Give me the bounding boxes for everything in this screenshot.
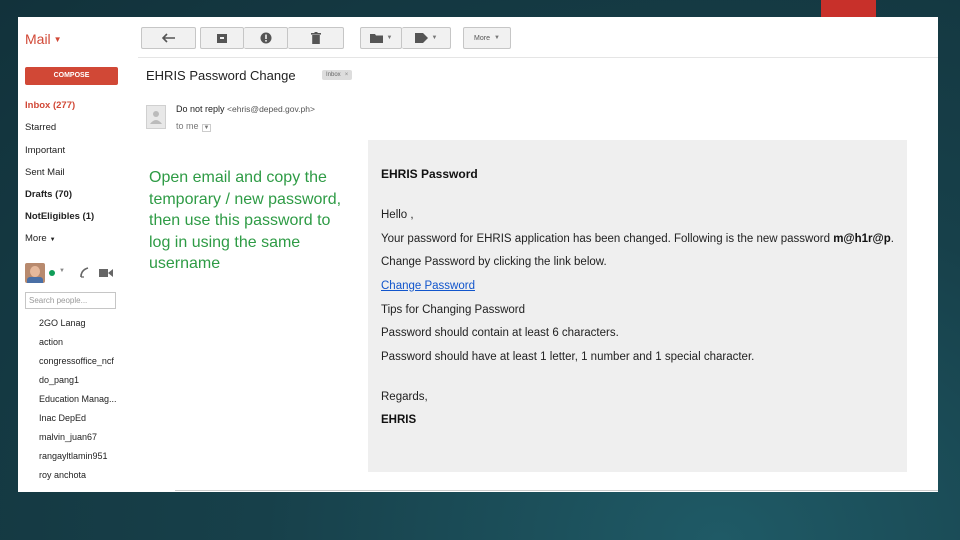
message-regards: Regards,	[381, 391, 428, 403]
change-password-link[interactable]: Change Password	[381, 280, 475, 292]
sidebar-item-important[interactable]: Important	[25, 145, 65, 156]
more-label: More	[474, 34, 490, 42]
label-tag-icon	[414, 33, 428, 43]
sidebar-item-starred[interactable]: Starred	[25, 122, 56, 133]
message-signature: EHRIS	[381, 414, 416, 426]
email-subject: EHRIS Password Change	[146, 68, 296, 83]
instruction-annotation: Open email and copy the temporary / new …	[149, 169, 342, 272]
move-to-button[interactable]: ▼	[360, 27, 402, 49]
inbox-label-chip[interactable]: Inbox ×	[322, 70, 353, 80]
sidebar-item-noteligibles[interactable]: NotEligibles (1)	[25, 211, 94, 222]
labels-button[interactable]: ▼	[402, 27, 451, 49]
password-changed-text: Your password for EHRIS application has …	[381, 233, 830, 245]
sender-name: Do not reply	[176, 104, 225, 114]
inbox-label-text: Inbox	[326, 72, 341, 78]
avatar-face	[30, 266, 40, 277]
contact-list-item[interactable]: do_pang1	[39, 375, 79, 385]
sidebar-item-drafts[interactable]: Drafts (70)	[25, 189, 72, 200]
search-people-input[interactable]: Search people...	[25, 292, 116, 309]
sidebar-more-label: More	[25, 233, 47, 244]
spam-alert-icon	[260, 32, 272, 44]
email-body-panel: EHRIS Password Hello , Your password for…	[368, 140, 907, 472]
sender-address: <ehris@deped.gov.ph>	[227, 104, 315, 114]
message-greeting: Hello ,	[381, 209, 414, 221]
mail-title-text: Mail	[25, 31, 51, 47]
change-password-link-row: Change Password	[381, 280, 475, 292]
message-heading: EHRIS Password	[381, 167, 478, 181]
sender-avatar	[146, 105, 166, 129]
recipient-line[interactable]: to me ▼	[176, 121, 212, 132]
contact-list-item[interactable]: 2GO Lanag	[39, 318, 86, 328]
archive-button[interactable]	[200, 27, 244, 49]
avatar-shirt	[27, 277, 43, 283]
report-spam-button[interactable]	[244, 27, 288, 49]
phone-call-icon[interactable]	[80, 265, 91, 283]
mail-app-title[interactable]: Mail ▼	[25, 31, 62, 47]
archive-icon	[216, 33, 228, 44]
contact-list-item[interactable]: congressoffice_ncf	[39, 356, 114, 366]
video-call-icon[interactable]	[99, 265, 113, 283]
message-password-line: Your password for EHRIS application has …	[381, 233, 894, 245]
compose-button[interactable]: COMPOSE	[25, 67, 118, 85]
tip-characters: Password should have at least 1 letter, …	[381, 351, 755, 363]
sender-line: Do not reply <ehris@deped.gov.ph>	[176, 104, 315, 114]
more-button[interactable]: More ▼	[463, 27, 511, 49]
gmail-screenshot: Mail ▼ ▼ ▼ More ▼ COMPOSE Inbox (277) St…	[18, 17, 938, 492]
back-button[interactable]	[141, 27, 196, 49]
bottom-divider	[175, 490, 938, 491]
chevron-down-icon[interactable]: ▼	[201, 124, 212, 132]
message-instruction-line: Change Password by clicking the link bel…	[381, 256, 607, 268]
contact-list-item[interactable]: action	[39, 337, 63, 347]
back-arrow-icon	[161, 33, 176, 43]
folder-icon	[369, 33, 383, 43]
sidebar-item-more[interactable]: More ▼	[25, 233, 56, 244]
header-divider	[138, 57, 938, 58]
chevron-down-icon: ▼	[494, 35, 500, 41]
trash-icon	[310, 32, 321, 44]
chevron-down-icon[interactable]: ▼	[59, 268, 65, 274]
delete-button[interactable]	[288, 27, 344, 49]
user-avatar[interactable]	[25, 263, 45, 283]
contact-list-item[interactable]: rangayltlamin951	[39, 451, 108, 461]
tip-length: Password should contain at least 6 chara…	[381, 327, 619, 339]
sidebar-item-sent-mail[interactable]: Sent Mail	[25, 167, 65, 178]
to-me-text: to me	[176, 121, 199, 131]
new-password-value: m@h1r@p	[833, 233, 891, 245]
contact-list-item[interactable]: Inac DepEd	[39, 413, 86, 423]
contact-list-item[interactable]: Education Manag...	[39, 394, 117, 404]
slide-accent-tab	[821, 0, 876, 17]
chevron-down-icon: ▼	[49, 237, 56, 243]
chevron-down-icon: ▼	[53, 35, 62, 44]
tips-heading: Tips for Changing Password	[381, 304, 526, 316]
contact-list-item[interactable]: roy anchota	[39, 470, 86, 480]
chevron-down-icon: ▼	[431, 35, 438, 41]
contact-list-item[interactable]: malvin_juan67	[39, 432, 97, 442]
close-icon[interactable]: ×	[345, 72, 349, 78]
sidebar-item-inbox[interactable]: Inbox (277)	[25, 100, 75, 111]
chevron-down-icon: ▼	[386, 35, 393, 41]
signature-text: EHRIS	[381, 414, 417, 426]
online-status-icon	[49, 270, 55, 276]
